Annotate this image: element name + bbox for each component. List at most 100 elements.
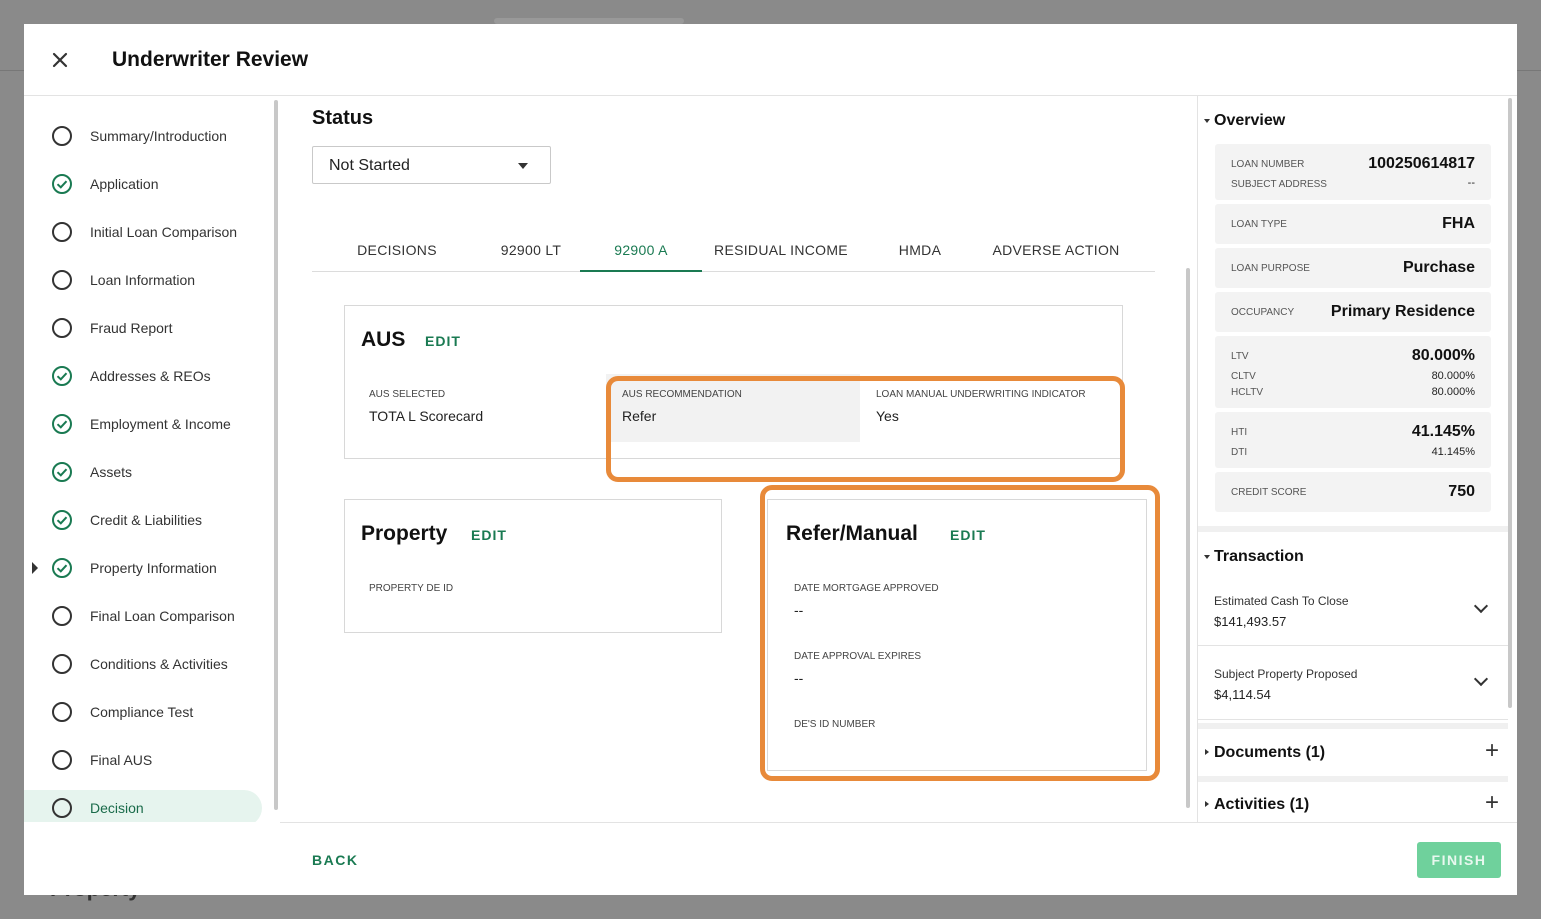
nav-item-label: Loan Information — [90, 272, 196, 288]
nav-item-fraud-report[interactable]: Fraud Report — [24, 310, 262, 346]
transaction-heading: Transaction — [1214, 548, 1304, 565]
circle-outline-icon — [51, 701, 73, 723]
nav-item-label: Final Loan Comparison — [90, 608, 235, 624]
section-divider — [1198, 723, 1508, 729]
transaction-row-cash-to-close[interactable]: Estimated Cash To Close $141,493.57 — [1198, 576, 1508, 646]
aus-card-title: AUS — [361, 328, 406, 351]
nav-item-conditions-activities[interactable]: Conditions & Activities — [24, 646, 262, 682]
property-edit-button[interactable]: EDIT — [471, 527, 507, 543]
overview-scrollbar[interactable] — [1508, 98, 1512, 708]
nav-item-application[interactable]: Application — [24, 166, 262, 202]
nav-item-property-information[interactable]: Property Information — [24, 550, 262, 586]
main-scrollbar[interactable] — [1186, 268, 1190, 808]
property-card: Property EDIT PROPERTY DE ID — [344, 499, 722, 633]
expand-caret-icon[interactable] — [1205, 801, 1209, 807]
nav-item-label: Fraud Report — [90, 320, 173, 336]
tab-hmda[interactable]: HMDA — [860, 230, 980, 272]
nav-item-label: Summary/Introduction — [90, 128, 227, 144]
check-circle-icon — [51, 365, 73, 387]
section-divider — [1198, 776, 1508, 782]
nav-item-label: Final AUS — [90, 752, 153, 768]
nav-item-summary[interactable]: Summary/Introduction — [24, 118, 262, 154]
finish-button[interactable]: FINISH — [1417, 842, 1501, 878]
circle-outline-icon — [51, 605, 73, 627]
nav-item-decision[interactable]: Decision — [24, 790, 262, 822]
tab-residual-income[interactable]: RESIDUAL INCOME — [702, 230, 860, 272]
circle-outline-icon — [51, 125, 73, 147]
add-document-icon[interactable]: + — [1485, 737, 1499, 765]
tab-92900-lt[interactable]: 92900 LT — [482, 230, 580, 272]
caret-right-icon[interactable] — [32, 562, 38, 574]
circle-outline-icon — [51, 749, 73, 771]
overview-heading: Overview — [1214, 112, 1286, 129]
activities-heading[interactable]: Activities (1) — [1214, 796, 1309, 814]
section-nav: Summary/Introduction Application Initial… — [24, 96, 280, 822]
aus-selected-label: AUS SELECTED — [369, 389, 446, 400]
nav-item-label: Credit & Liabilities — [90, 512, 203, 528]
tab-decisions[interactable]: DECISIONS — [312, 230, 482, 272]
nav-item-label: Addresses & REOs — [90, 368, 211, 384]
aus-edit-button[interactable]: EDIT — [425, 333, 461, 349]
nav-item-credit-liabilities[interactable]: Credit & Liabilities — [24, 502, 262, 538]
status-selected-value: Not Started — [329, 157, 410, 174]
overview-loan-number: LOAN NUMBER 100250614817 SUBJECT ADDRESS… — [1215, 144, 1491, 200]
tab-adverse-action[interactable]: ADVERSE ACTION — [980, 230, 1132, 272]
expand-caret-icon[interactable] — [1205, 749, 1209, 755]
property-card-title: Property — [361, 522, 448, 545]
nav-item-addresses-reos[interactable]: Addresses & REOs — [24, 358, 262, 394]
nav-item-final-loan-comparison[interactable]: Final Loan Comparison — [24, 598, 262, 634]
main-content: Status Not Started DECISIONS 92900 LT 92… — [280, 96, 1197, 822]
overview-panel: Overview LOAN NUMBER 100250614817 SUBJEC… — [1197, 96, 1517, 822]
nav-item-label: Decision — [90, 800, 144, 816]
status-heading: Status — [312, 107, 374, 129]
overview-loan-type: LOAN TYPE FHA — [1215, 204, 1491, 244]
section-divider — [1198, 526, 1508, 532]
circle-outline-icon — [51, 221, 73, 243]
nav-item-initial-loan-comparison[interactable]: Initial Loan Comparison — [24, 214, 262, 250]
overview-ltv: LTV 80.000% CLTV 80.000% HCLTV 80.000% — [1215, 336, 1491, 408]
aus-selected-value: TOTA L Scorecard — [369, 408, 484, 424]
chevron-down-icon — [1473, 671, 1489, 687]
circle-outline-icon — [51, 797, 73, 819]
add-activity-icon[interactable]: + — [1485, 789, 1499, 817]
nav-item-label: Conditions & Activities — [90, 656, 228, 672]
overview-occupancy: OCCUPANCY Primary Residence — [1215, 292, 1491, 332]
nav-item-label: Property Information — [90, 560, 217, 576]
caret-down-icon — [518, 163, 528, 169]
nav-item-employment-income[interactable]: Employment & Income — [24, 406, 262, 442]
collapse-caret-icon[interactable] — [1204, 555, 1210, 559]
tab-92900-a[interactable]: 92900 A — [580, 230, 702, 272]
collapse-caret-icon[interactable] — [1204, 119, 1210, 123]
tab-bar: DECISIONS 92900 LT 92900 A RESIDUAL INCO… — [312, 230, 1155, 272]
modal-footer: BACK FINISH — [280, 822, 1517, 895]
nav-item-assets[interactable]: Assets — [24, 454, 262, 490]
nav-item-label: Compliance Test — [90, 704, 194, 720]
overview-hti: HTI 41.145% DTI 41.145% — [1215, 412, 1491, 468]
nav-item-label: Application — [90, 176, 159, 192]
documents-heading[interactable]: Documents (1) — [1214, 744, 1325, 762]
nav-scrollbar[interactable] — [274, 100, 278, 810]
overview-loan-purpose: LOAN PURPOSE Purchase — [1215, 248, 1491, 288]
back-button[interactable]: BACK — [312, 852, 358, 868]
nav-item-compliance-test[interactable]: Compliance Test — [24, 694, 262, 730]
check-circle-icon — [51, 557, 73, 579]
status-select[interactable]: Not Started — [312, 146, 551, 184]
nav-item-label: Assets — [90, 464, 133, 480]
close-button[interactable] — [48, 48, 72, 72]
underwriter-review-modal: Underwriter Review Summary/Introduction … — [24, 24, 1517, 895]
circle-outline-icon — [51, 653, 73, 675]
check-circle-icon — [51, 413, 73, 435]
nav-item-final-aus[interactable]: Final AUS — [24, 742, 262, 778]
nav-item-label: Employment & Income — [90, 416, 231, 432]
highlight-box-aus — [606, 376, 1125, 482]
circle-outline-icon — [51, 269, 73, 291]
check-circle-icon — [51, 173, 73, 195]
modal-title: Underwriter Review — [112, 48, 309, 71]
check-circle-icon — [51, 509, 73, 531]
check-circle-icon — [51, 461, 73, 483]
close-icon — [52, 52, 68, 68]
nav-item-label: Initial Loan Comparison — [90, 224, 238, 240]
nav-item-loan-information[interactable]: Loan Information — [24, 262, 262, 298]
chevron-down-icon — [1473, 598, 1489, 614]
transaction-row-subject-property[interactable]: Subject Property Proposed $4,114.54 — [1198, 646, 1508, 720]
